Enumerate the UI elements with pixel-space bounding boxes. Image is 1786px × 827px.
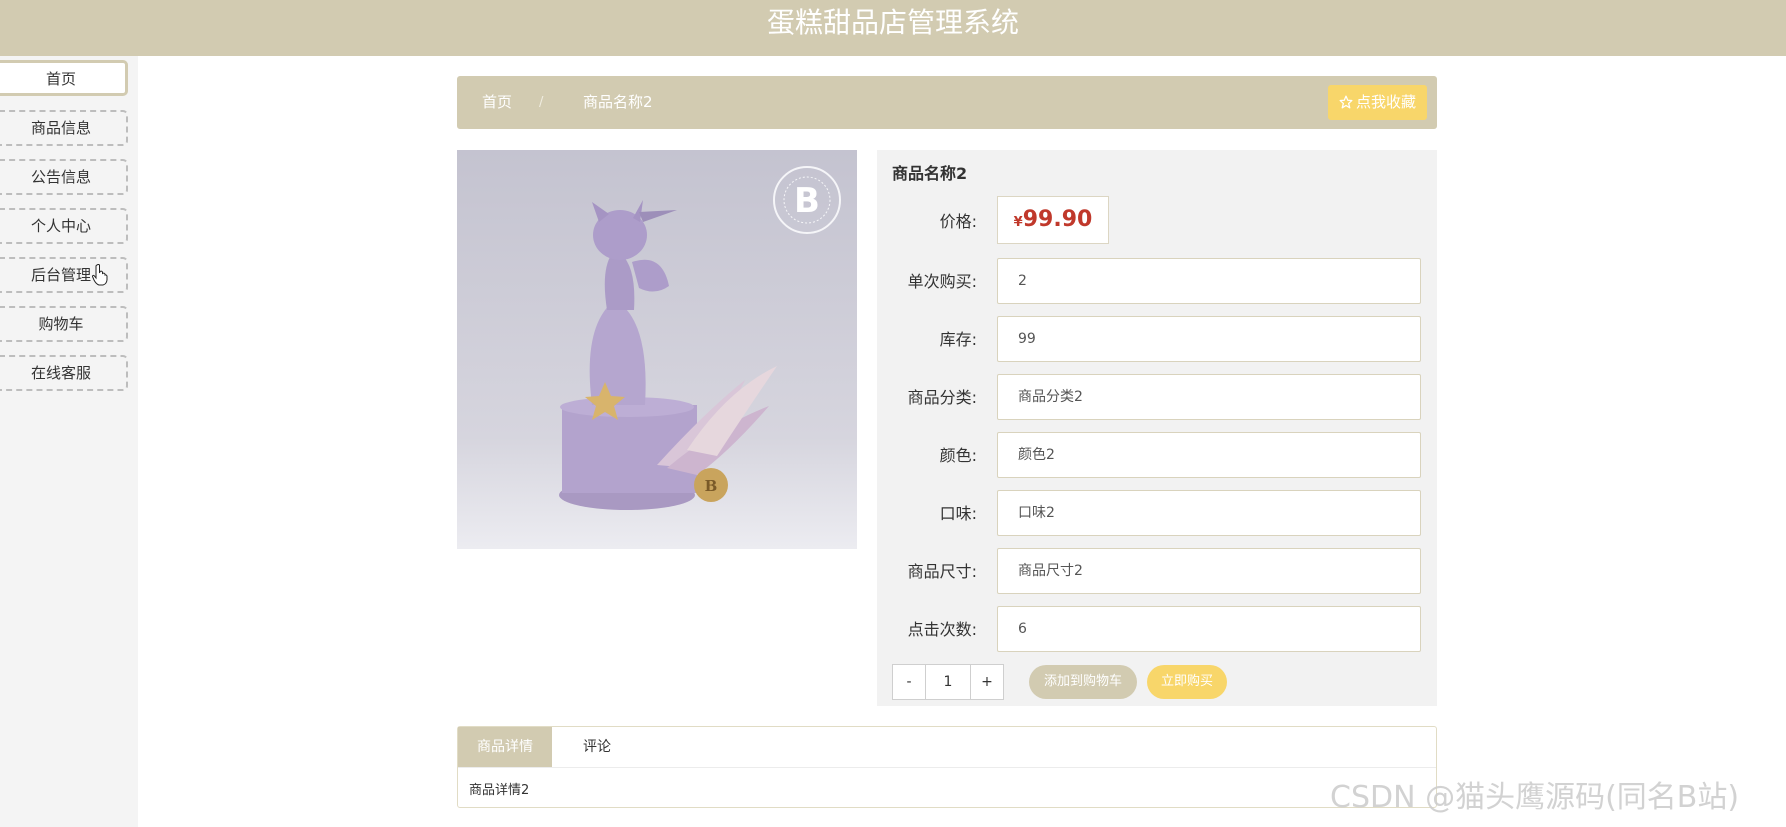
color-label: 颜色: xyxy=(939,446,977,465)
tab-content: 商品详情2 xyxy=(469,783,530,798)
price-value: ¥99.90 xyxy=(997,196,1109,244)
star-outline-icon xyxy=(1339,95,1353,109)
category-field: 商品分类2 xyxy=(997,374,1421,420)
stock-field: 99 xyxy=(997,316,1421,362)
single-purchase-field: 2 xyxy=(997,258,1421,304)
flavor-label: 口味: xyxy=(939,504,977,523)
breadcrumb-home[interactable]: 首页 xyxy=(482,76,512,129)
product-name: 商品名称2 xyxy=(892,164,968,183)
breadcrumb: 首页 / 商品名称2 点我收藏 xyxy=(457,76,1437,129)
breadcrumb-separator: / xyxy=(539,95,544,110)
quantity-increment-button[interactable]: + xyxy=(970,664,1004,700)
sidebar-item-home[interactable]: 首页 xyxy=(0,60,128,96)
watermark: CSDN @猫头鹰源码(同名B站) xyxy=(1330,780,1740,815)
click-count-field: 6 xyxy=(997,606,1421,652)
page-title: 蛋糕甜品店管理系统 xyxy=(766,6,1019,39)
sidebar-item-products[interactable]: 商品信息 xyxy=(0,110,128,146)
favorite-button[interactable]: 点我收藏 xyxy=(1327,85,1427,120)
sidebar-item-admin[interactable]: 后台管理 xyxy=(0,257,128,293)
sidebar-item-profile[interactable]: 个人中心 xyxy=(0,208,128,244)
image-logo-text: B xyxy=(794,181,820,221)
color-field: 颜色2 xyxy=(997,432,1421,478)
flavor-field: 口味2 xyxy=(997,490,1421,536)
add-to-cart-button[interactable]: 添加到购物车 xyxy=(1029,665,1137,699)
sidebar-item-announcements[interactable]: 公告信息 xyxy=(0,159,128,195)
quantity-stepper: - 1 + xyxy=(892,664,1004,700)
size-field: 商品尺寸2 xyxy=(997,548,1421,594)
product-image: B B xyxy=(457,150,857,549)
currency-symbol: ¥ xyxy=(1013,215,1023,230)
single-purchase-label: 单次购买: xyxy=(907,272,977,291)
price-label: 价格: xyxy=(939,212,977,231)
product-tabs: 商品详情 评论 商品详情2 xyxy=(457,726,1437,808)
category-label: 商品分类: xyxy=(907,388,977,407)
product-info-panel: 商品名称2 价格: ¥99.90 单次购买: 2 库存: 99 商品分类: 商品… xyxy=(877,150,1437,706)
sidebar-item-support[interactable]: 在线客服 xyxy=(0,355,128,391)
favorite-label: 点我收藏 xyxy=(1355,93,1416,111)
quantity-decrement-button[interactable]: - xyxy=(892,664,926,700)
price-amount: 99.90 xyxy=(1022,207,1093,232)
hand-cursor-icon xyxy=(92,264,108,286)
quantity-input[interactable]: 1 xyxy=(926,664,970,700)
buy-now-button[interactable]: 立即购买 xyxy=(1147,665,1227,699)
header-bar: 蛋糕甜品店管理系统 xyxy=(0,0,1786,56)
tab-product-details[interactable]: 商品详情 xyxy=(458,727,552,767)
tab-comments[interactable]: 评论 xyxy=(552,727,642,767)
size-label: 商品尺寸: xyxy=(907,562,977,581)
sidebar: 首页 商品信息 公告信息 个人中心 后台管理 购物车 在线客服 xyxy=(0,56,138,827)
cake-illustration: B B xyxy=(457,150,857,549)
tab-bar: 商品详情 评论 xyxy=(458,727,1436,768)
svg-text:B: B xyxy=(705,477,718,495)
click-count-label: 点击次数: xyxy=(907,620,977,639)
breadcrumb-current: 商品名称2 xyxy=(583,93,653,111)
stock-label: 库存: xyxy=(939,330,977,349)
sidebar-item-cart[interactable]: 购物车 xyxy=(0,306,128,342)
